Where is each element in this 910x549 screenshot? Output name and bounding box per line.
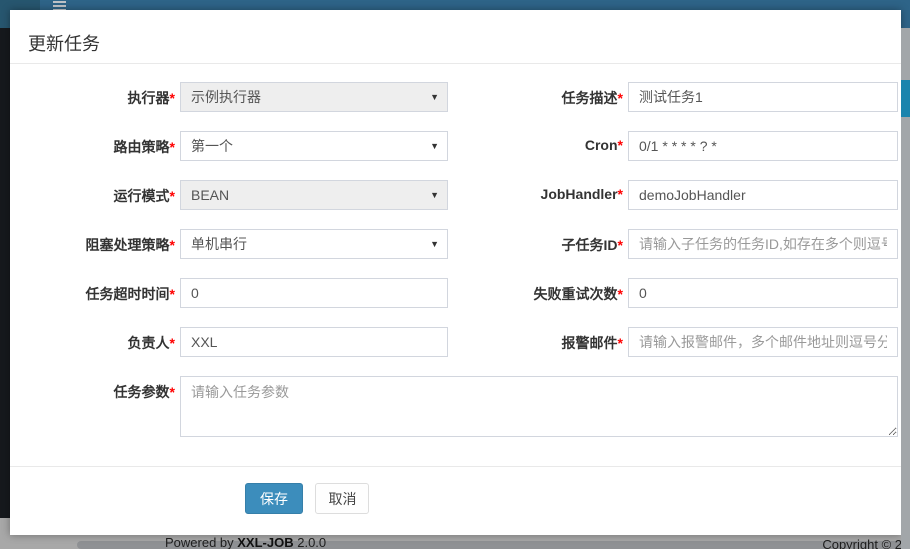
modal-title: 更新任务 xyxy=(28,30,100,56)
alarm-email-label: 报警邮件* xyxy=(448,327,628,353)
sidebar-edge xyxy=(0,28,10,518)
cron-input[interactable] xyxy=(628,131,898,161)
form-row: 路由策略* 第一个▼ Cron* xyxy=(10,131,901,161)
form-row: 任务超时时间* 失败重试次数* xyxy=(10,278,901,308)
update-job-modal: 更新任务 执行器* 示例执行器▼ 任务描述* 路由策略* 第一个▼ Cron* … xyxy=(10,10,901,535)
modal-header-divider xyxy=(10,63,901,64)
timeout-input[interactable] xyxy=(180,278,448,308)
route-strategy-label: 路由策略* xyxy=(10,131,180,157)
cancel-button[interactable]: 取消 xyxy=(315,483,369,514)
footer-brand: XXL-JOB xyxy=(237,535,293,549)
child-jobid-input[interactable] xyxy=(628,229,898,259)
retry-count-label: 失败重试次数* xyxy=(448,278,628,304)
author-input[interactable] xyxy=(180,327,448,357)
executor-select[interactable]: 示例执行器▼ xyxy=(180,82,448,112)
form-row: 任务参数* xyxy=(10,376,901,442)
jobhandler-label: JobHandler* xyxy=(448,180,628,202)
save-button[interactable]: 保存 xyxy=(245,483,303,514)
chevron-down-icon: ▼ xyxy=(430,93,439,102)
author-label: 负责人* xyxy=(10,327,180,353)
job-params-label: 任务参数* xyxy=(10,376,180,402)
chevron-down-icon: ▼ xyxy=(430,191,439,200)
glue-type-select[interactable]: BEAN▼ xyxy=(180,180,448,210)
modal-footer-divider xyxy=(10,466,901,467)
chevron-down-icon: ▼ xyxy=(430,142,439,151)
footer-powered-text: Powered by XXL-JOB 2.0.0 xyxy=(165,535,326,549)
job-desc-input[interactable] xyxy=(628,82,898,112)
executor-label: 执行器* xyxy=(10,82,180,108)
vertical-scrollbar-track[interactable] xyxy=(901,28,910,549)
form-row: 运行模式* BEAN▼ JobHandler* xyxy=(10,180,901,210)
form-row: 阻塞处理策略* 单机串行▼ 子任务ID* xyxy=(10,229,901,259)
route-strategy-select[interactable]: 第一个▼ xyxy=(180,131,448,161)
cron-label: Cron* xyxy=(448,131,628,153)
alarm-email-input[interactable] xyxy=(628,327,898,357)
child-jobid-label: 子任务ID* xyxy=(448,229,628,255)
footer-copyright-text: Copyright © 2 xyxy=(822,537,902,549)
retry-count-input[interactable] xyxy=(628,278,898,308)
block-strategy-select[interactable]: 单机串行▼ xyxy=(180,229,448,259)
update-job-form: 执行器* 示例执行器▼ 任务描述* 路由策略* 第一个▼ Cron* 运行模式*… xyxy=(10,82,901,461)
vertical-scrollbar-thumb[interactable] xyxy=(901,80,910,117)
jobhandler-input[interactable] xyxy=(628,180,898,210)
job-params-textarea[interactable] xyxy=(180,376,898,437)
form-row: 负责人* 报警邮件* xyxy=(10,327,901,357)
chevron-down-icon: ▼ xyxy=(430,240,439,249)
job-desc-label: 任务描述* xyxy=(448,82,628,108)
modal-button-row: 保存 取消 xyxy=(245,483,369,514)
timeout-label: 任务超时时间* xyxy=(10,278,180,304)
block-strategy-label: 阻塞处理策略* xyxy=(10,229,180,255)
glue-type-label: 运行模式* xyxy=(10,180,180,206)
form-row: 执行器* 示例执行器▼ 任务描述* xyxy=(10,82,901,112)
